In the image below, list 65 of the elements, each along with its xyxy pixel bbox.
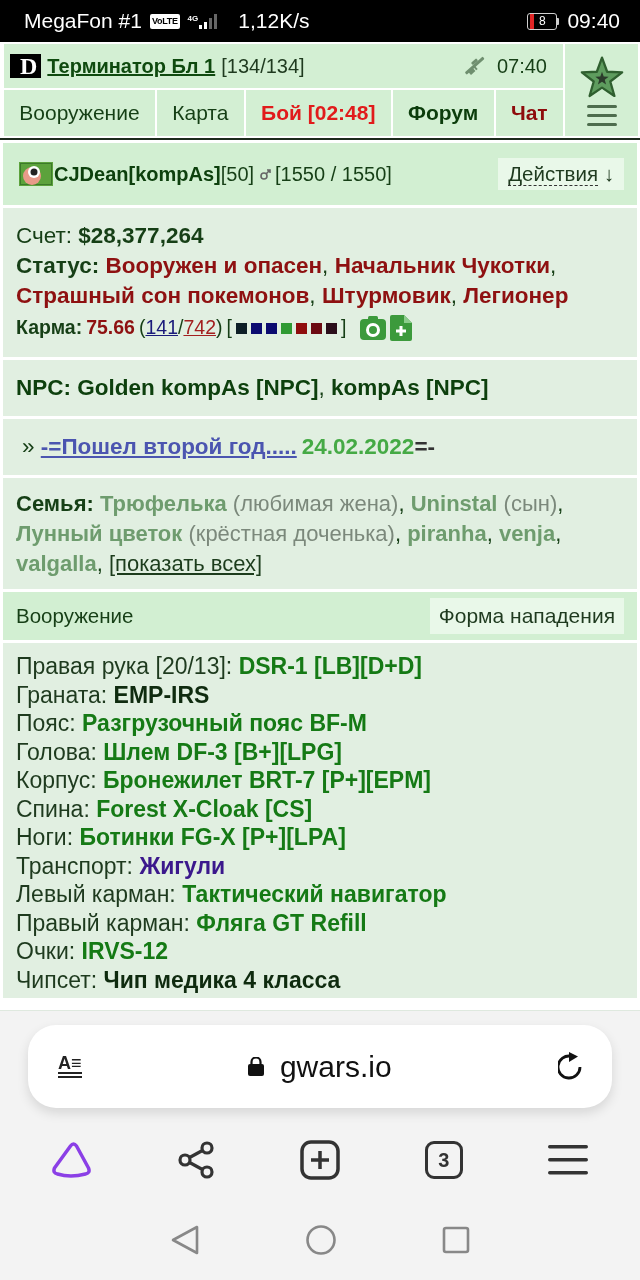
player-health: [1550 / 1550] — [275, 162, 392, 187]
equipment-row-text: Пояс: Разгрузочный пояс BF-M — [16, 709, 368, 738]
rifle-icon — [462, 54, 487, 78]
karma-label: Карма: — [16, 315, 83, 341]
show-all-link[interactable]: [показать всех] — [108, 551, 263, 576]
male-icon — [260, 168, 272, 180]
karma-value: 75.66 — [86, 315, 135, 341]
clan-line: » -=Пошел второй год..... 24.02.2022=- — [21, 433, 436, 462]
equipment-row-text: Граната: EMP-IRS — [16, 680, 211, 709]
reader-mode-button[interactable]: A≡ — [58, 1055, 82, 1078]
nav-tab[interactable]: Вооружение — [4, 90, 155, 136]
karma-minus-link[interactable]: 742 — [183, 316, 216, 339]
equipment-row-text: Очки: IRVS-12 — [16, 937, 170, 966]
equipment-row-text: Правый карман: Фляга GT Refill — [16, 908, 368, 937]
rounded-triangle-icon[interactable] — [52, 1142, 93, 1178]
clock: 09:40 — [567, 8, 620, 35]
section-title: Вооружение — [16, 602, 134, 629]
equipment-row-text: Транспорт: Жигули — [16, 851, 227, 880]
volte-indicator: VoLTE — [149, 13, 180, 29]
clan-link[interactable]: -=Пошел второй год..... — [40, 434, 297, 460]
address-bar[interactable]: A≡ gwars.io — [28, 1025, 612, 1108]
player-name[interactable]: CJDean[kompAs] — [54, 159, 221, 189]
avatar-icon — [19, 162, 53, 186]
url-text[interactable]: gwars.io — [279, 1044, 392, 1089]
signal-icon — [198, 13, 219, 29]
bracket-text: ] — [340, 315, 347, 341]
player-level: [50] — [220, 162, 255, 187]
carrier-name: MegaFon #1 — [24, 8, 142, 35]
nav-tab[interactable]: Карта — [156, 90, 244, 136]
equipment-row-text: Чипсет: Чип медика 4 класса — [16, 965, 342, 994]
equipment-row-text: Голова: Шлем DF-3 [B+][LPG] — [16, 737, 343, 766]
tab-count-button[interactable]: 3 — [424, 1141, 463, 1179]
network-speed: 1,12K/s — [238, 8, 310, 35]
home-icon[interactable] — [306, 1225, 336, 1255]
karma-plus-link[interactable]: 141 — [145, 316, 178, 339]
nav-tab[interactable]: Бой [02:48] — [245, 90, 391, 136]
actions-button[interactable]: Действия ↓ — [498, 158, 624, 190]
camera-icon[interactable] — [360, 316, 387, 340]
health-counter: [134/134] — [221, 54, 305, 79]
attack-form-button[interactable]: Форма нападения — [429, 598, 624, 634]
battery-indicator: 8 — [527, 12, 560, 30]
add-document-icon[interactable] — [390, 315, 413, 341]
back-icon[interactable] — [170, 1225, 200, 1255]
family-line: Семья: Трюфелька (любимая жена), Uninstal (сын), Лунный цветок (крёстная доченька), piranha, venja, valgalla, [показать всех] — [16, 490, 565, 578]
nav-tab[interactable]: Чат — [495, 90, 563, 136]
lock-icon — [247, 1057, 264, 1076]
bracket-text: [ — [226, 315, 232, 341]
logo[interactable]: D — [10, 54, 42, 78]
recent-apps-icon[interactable] — [442, 1226, 470, 1254]
menu-icon[interactable] — [547, 1145, 588, 1175]
new-tab-icon[interactable] — [300, 1140, 340, 1180]
game-clock: 07:40 — [496, 54, 547, 79]
nav-tab[interactable]: Форум — [392, 90, 494, 136]
karma-votes: (141/742) — [138, 315, 223, 341]
equipment-row-text: Корпус: Бронежилет BRT-7 [P+][EPM] — [16, 766, 432, 795]
account-balance: Счет: $28,377,264 — [16, 222, 205, 250]
equipment-row-text: Правая рука [20/13]: DSR-1 [LB][D+D] — [16, 652, 423, 681]
share-icon[interactable] — [177, 1141, 216, 1179]
npc-line: NPC: Golden kompAs [NPC], kompAs [NPC] — [16, 374, 489, 403]
network-type: 4G — [187, 15, 199, 23]
equipment-row-text: Ноги: Ботинки FG-X [P+][LPA] — [16, 823, 347, 852]
title-link[interactable]: Терминатор Бл 1 — [47, 51, 216, 81]
equipment-row-text: Спина: Forest X-Cloak [CS] — [16, 794, 314, 823]
equipment-row-text: Левый карман: Тактический навигатор — [16, 880, 448, 909]
status-line: Статус: Вооружен и опасен, Начальник Чукотки, Страшный сон покемонов, Штурмовик, Легионер — [16, 252, 570, 310]
